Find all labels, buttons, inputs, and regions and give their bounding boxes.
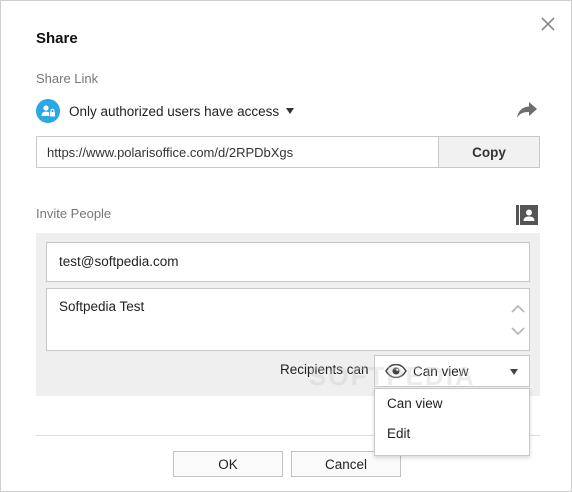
chevron-down-icon xyxy=(510,369,518,375)
contacts-book-icon[interactable] xyxy=(516,205,538,225)
share-link-box: Copy xyxy=(36,136,540,168)
ok-button[interactable]: OK xyxy=(173,451,283,477)
message-text: Softpedia Test xyxy=(59,299,145,314)
copy-button[interactable]: Copy xyxy=(438,137,539,167)
share-arrow-icon[interactable] xyxy=(515,100,539,120)
menu-item-can-view[interactable]: Can view xyxy=(375,389,529,419)
permission-dropdown-menu: Can view Edit xyxy=(374,388,530,456)
permission-selected-text: Can view xyxy=(413,363,469,379)
invite-panel: test@softpedia.com Softpedia Test Recipi… xyxy=(36,233,540,396)
message-textarea[interactable]: Softpedia Test xyxy=(46,288,530,351)
scroll-up-icon[interactable] xyxy=(511,304,525,314)
share-url-field[interactable] xyxy=(37,137,438,167)
dialog-title: Share xyxy=(36,30,78,47)
scroll-down-icon[interactable] xyxy=(511,326,525,336)
access-dropdown[interactable]: Only authorized users have access xyxy=(36,99,295,123)
eye-icon xyxy=(385,364,407,378)
recipients-label: Recipients can xyxy=(280,362,369,377)
close-icon[interactable] xyxy=(537,13,559,35)
share-dialog: Share Share Link Only authorized users h… xyxy=(0,0,572,492)
access-level-text: Only authorized users have access xyxy=(69,103,280,119)
email-field[interactable]: test@softpedia.com xyxy=(46,242,530,282)
invite-people-label: Invite People xyxy=(36,206,112,221)
menu-item-edit[interactable]: Edit xyxy=(375,419,529,449)
permission-select[interactable]: Can view xyxy=(374,355,530,387)
caret-down-icon xyxy=(286,108,295,114)
users-lock-icon xyxy=(36,99,60,123)
share-link-label: Share Link xyxy=(36,71,99,86)
